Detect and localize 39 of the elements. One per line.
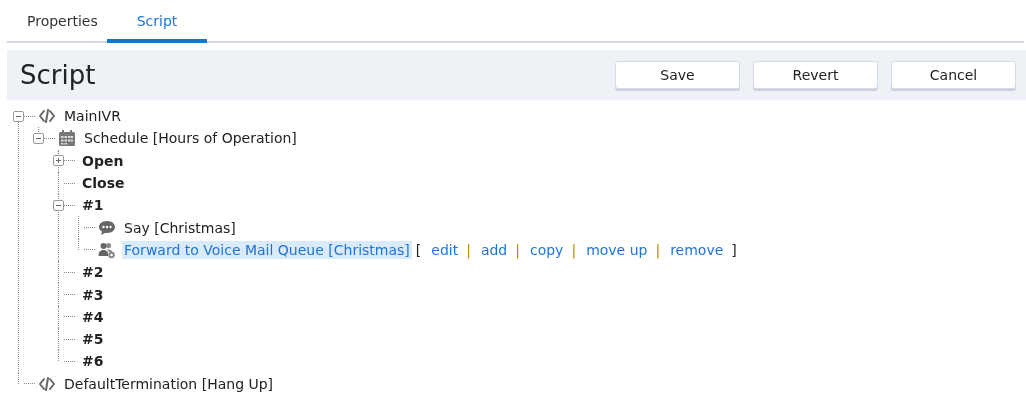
page-title: Script bbox=[20, 60, 96, 90]
tree-item[interactable]: #5 bbox=[80, 330, 106, 349]
tree-item[interactable]: Close bbox=[80, 174, 127, 193]
separator: | bbox=[466, 241, 471, 258]
collapse-icon[interactable] bbox=[53, 199, 64, 211]
action-link[interactable]: remove bbox=[670, 241, 724, 258]
bracket: ] bbox=[731, 241, 737, 258]
action-link[interactable]: copy bbox=[529, 241, 564, 258]
tab[interactable]: Properties bbox=[7, 13, 107, 43]
save-button[interactable]: Save bbox=[615, 61, 740, 89]
bracket: [ bbox=[415, 241, 422, 258]
tree-item[interactable]: Forward to Voice Mail Queue [Christmas] bbox=[122, 240, 412, 259]
tree-item[interactable]: #3 bbox=[80, 285, 106, 304]
tree-item[interactable]: #6 bbox=[80, 352, 106, 371]
action-link[interactable]: edit bbox=[431, 241, 459, 258]
tree-item[interactable]: Open bbox=[80, 151, 126, 170]
revert-button[interactable]: Revert bbox=[753, 61, 878, 89]
tree-item[interactable]: #4 bbox=[80, 307, 106, 326]
tree-item[interactable]: #1 bbox=[80, 196, 106, 215]
speech-bubble-icon bbox=[98, 218, 116, 237]
separator: | bbox=[515, 241, 520, 258]
tree-item[interactable]: Say [Christmas] bbox=[122, 218, 238, 237]
users-gear-icon bbox=[98, 240, 116, 259]
code-icon bbox=[38, 107, 56, 126]
tree-item[interactable]: Schedule [Hours of Operation] bbox=[82, 129, 299, 148]
action-link[interactable]: move up bbox=[586, 241, 648, 258]
tree-item[interactable]: DefaultTermination [Hang Up] bbox=[62, 374, 276, 393]
collapse-icon[interactable] bbox=[13, 110, 24, 122]
calendar-icon bbox=[58, 129, 76, 148]
separator: | bbox=[571, 241, 577, 258]
separator: | bbox=[655, 241, 661, 258]
expand-icon[interactable] bbox=[53, 155, 64, 167]
cancel-button[interactable]: Cancel bbox=[891, 61, 1016, 89]
action-link[interactable]: add bbox=[480, 241, 508, 258]
collapse-icon[interactable] bbox=[33, 132, 44, 144]
tree-item[interactable]: #2 bbox=[80, 263, 106, 282]
tree-item[interactable]: MainIVR bbox=[62, 107, 123, 126]
tab[interactable]: Script bbox=[107, 13, 207, 43]
code-icon bbox=[38, 374, 56, 393]
